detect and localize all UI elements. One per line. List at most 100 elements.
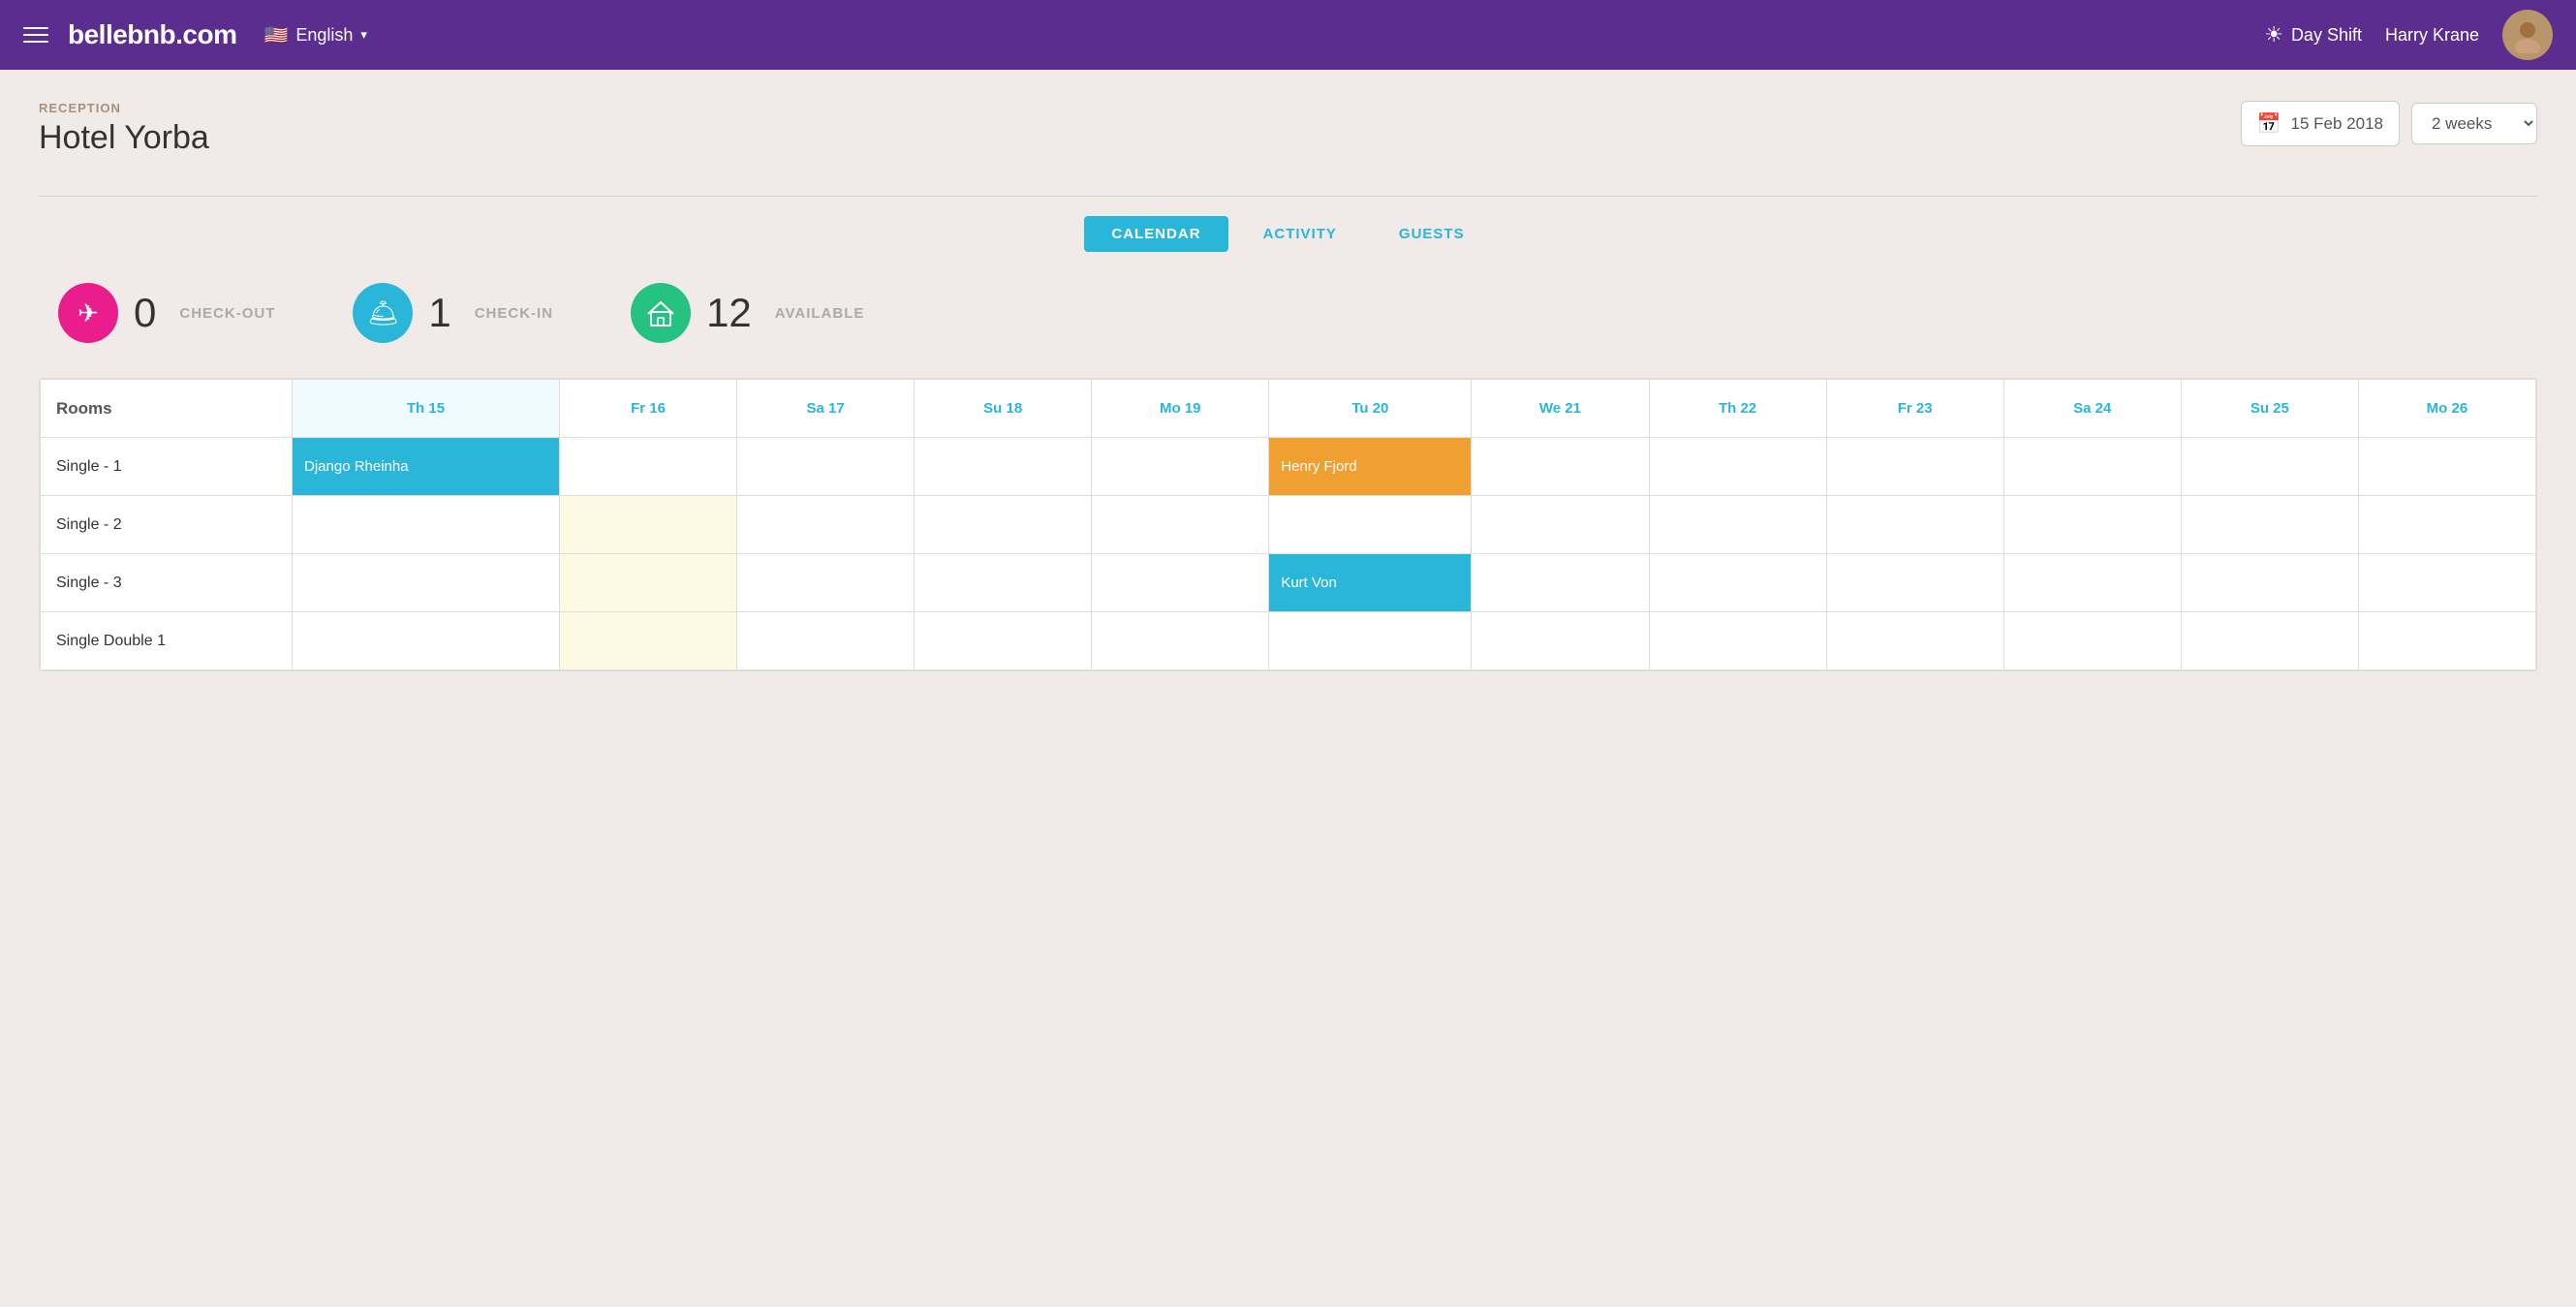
checkout-icon: ✈ <box>58 283 118 343</box>
language-selector[interactable]: 🇺🇸 English ▾ <box>264 23 366 47</box>
calendar-icon: 📅 <box>2257 111 2281 136</box>
calendar-table: Rooms Th 15 Fr 16 Sa 17 Su 18 Mo 19 Tu 2… <box>40 379 2536 670</box>
available-icon <box>631 283 691 343</box>
main-content: RECEPTION Hotel Yorba 📅 15 Feb 2018 2 we… <box>0 70 2576 702</box>
cell-sd1-we21 <box>1472 612 1649 670</box>
day-shift-button[interactable]: ☀ Day Shift <box>2264 22 2362 47</box>
available-label: AVAILABLE <box>775 305 865 322</box>
avatar-image <box>2502 10 2553 60</box>
available-count: 12 <box>706 290 752 336</box>
cell-single2-tu20 <box>1269 496 1472 554</box>
cell-single3-mo19 <box>1092 554 1269 612</box>
cell-sd1-su18 <box>915 612 1092 670</box>
cell-single1-mo19 <box>1092 438 1269 496</box>
checkout-label: CHECK-OUT <box>179 305 275 322</box>
language-label: English <box>295 25 353 46</box>
cell-single2-su25 <box>2181 496 2358 554</box>
cell-single3-mo26 <box>2358 554 2535 612</box>
cell-single3-tu20[interactable]: Kurt Von <box>1269 554 1472 612</box>
col-sa17: Sa 17 <box>737 380 915 438</box>
cell-single1-th22 <box>1649 438 1826 496</box>
cell-sd1-mo26 <box>2358 612 2535 670</box>
cell-sd1-th15 <box>293 612 560 670</box>
col-th22: Th 22 <box>1649 380 1826 438</box>
tabs-row: CALENDAR ACTIVITY GUESTS <box>39 216 2537 252</box>
sun-icon: ☀ <box>2264 22 2283 47</box>
stats-row: ✈ 0 CHECK-OUT 🛎 1 CHECK-IN 12 AVAILABLE <box>39 283 2537 343</box>
col-fr23: Fr 23 <box>1826 380 2003 438</box>
date-picker[interactable]: 📅 15 Feb 2018 <box>2241 101 2400 146</box>
col-tu20: Tu 20 <box>1269 380 1472 438</box>
stat-checkout: ✈ 0 CHECK-OUT <box>58 283 275 343</box>
cell-single1-sa24 <box>2003 438 2181 496</box>
checkout-count: 0 <box>134 290 156 336</box>
cell-single3-fr23 <box>1826 554 2003 612</box>
stat-available: 12 AVAILABLE <box>631 283 864 343</box>
cell-single1-tu20[interactable]: Henry Fjord <box>1269 438 1472 496</box>
cell-sd1-mo19 <box>1092 612 1269 670</box>
cell-single1-we21 <box>1472 438 1649 496</box>
cell-sd1-sa24 <box>2003 612 2181 670</box>
date-value: 15 Feb 2018 <box>2291 114 2383 134</box>
cell-single2-fr23 <box>1826 496 2003 554</box>
room-single-2: Single - 2 <box>41 496 293 554</box>
booking-henry[interactable]: Henry Fjord <box>1269 438 1471 495</box>
col-mo26: Mo 26 <box>2358 380 2535 438</box>
cell-sd1-fr16 <box>559 612 736 670</box>
divider <box>39 196 2537 197</box>
checkin-icon: 🛎 <box>353 283 413 343</box>
cell-single2-th22 <box>1649 496 1826 554</box>
top-row: RECEPTION Hotel Yorba 📅 15 Feb 2018 2 we… <box>39 101 2537 180</box>
rooms-column-header: Rooms <box>41 380 293 438</box>
cell-single3-fr16 <box>559 554 736 612</box>
logo[interactable]: bellebnb.com <box>68 19 236 50</box>
cell-single2-sa17 <box>737 496 915 554</box>
room-single-double-1: Single Double 1 <box>41 612 293 670</box>
tab-guests[interactable]: GUESTS <box>1372 216 1492 252</box>
cell-single3-sa24 <box>2003 554 2181 612</box>
cell-single3-th15 <box>293 554 560 612</box>
col-fr16: Fr 16 <box>559 380 736 438</box>
table-row: Single - 2 <box>41 496 2536 554</box>
cell-single2-fr16 <box>559 496 736 554</box>
cell-single2-sa24 <box>2003 496 2181 554</box>
avatar[interactable] <box>2502 10 2553 60</box>
room-single-3: Single - 3 <box>41 554 293 612</box>
cell-single1-su18 <box>915 438 1092 496</box>
menu-button[interactable] <box>23 27 48 43</box>
stat-checkin: 🛎 1 CHECK-IN <box>353 283 553 343</box>
cell-single1-mo26 <box>2358 438 2535 496</box>
booking-kurt[interactable]: Kurt Von <box>1269 554 1471 611</box>
booking-django[interactable]: Django Rheinha <box>293 438 559 495</box>
chevron-down-icon: ▾ <box>360 27 367 43</box>
col-su25: Su 25 <box>2181 380 2358 438</box>
tab-activity[interactable]: ACTIVITY <box>1236 216 1364 252</box>
table-row: Single Double 1 <box>41 612 2536 670</box>
col-we21: We 21 <box>1472 380 1649 438</box>
cell-single1-su25 <box>2181 438 2358 496</box>
table-row: Single - 3 Kurt Von <box>41 554 2536 612</box>
cell-single2-mo26 <box>2358 496 2535 554</box>
shift-label: Day Shift <box>2291 25 2362 46</box>
cell-single2-we21 <box>1472 496 1649 554</box>
table-row: Single - 1 Django Rheinha Henry Fjord <box>41 438 2536 496</box>
user-name: Harry Krane <box>2385 25 2479 46</box>
cell-single2-su18 <box>915 496 1092 554</box>
hotel-title: Hotel Yorba <box>39 119 209 157</box>
cell-single3-su18 <box>915 554 1092 612</box>
cell-single1-fr23 <box>1826 438 2003 496</box>
cell-single1-th15[interactable]: Django Rheinha <box>293 438 560 496</box>
weeks-select[interactable]: 2 weeks 1 week 4 weeks <box>2411 103 2537 144</box>
cell-single3-we21 <box>1472 554 1649 612</box>
cell-single2-th15 <box>293 496 560 554</box>
flag-icon: 🇺🇸 <box>264 23 288 47</box>
cell-sd1-su25 <box>2181 612 2358 670</box>
breadcrumb: RECEPTION <box>39 101 209 115</box>
calendar-table-wrapper: Rooms Th 15 Fr 16 Sa 17 Su 18 Mo 19 Tu 2… <box>39 378 2537 671</box>
cell-sd1-fr23 <box>1826 612 2003 670</box>
calendar-header-row: Rooms Th 15 Fr 16 Sa 17 Su 18 Mo 19 Tu 2… <box>41 380 2536 438</box>
tab-calendar[interactable]: CALENDAR <box>1084 216 1227 252</box>
col-th15: Th 15 <box>293 380 560 438</box>
col-sa24: Sa 24 <box>2003 380 2181 438</box>
cell-sd1-tu20 <box>1269 612 1472 670</box>
